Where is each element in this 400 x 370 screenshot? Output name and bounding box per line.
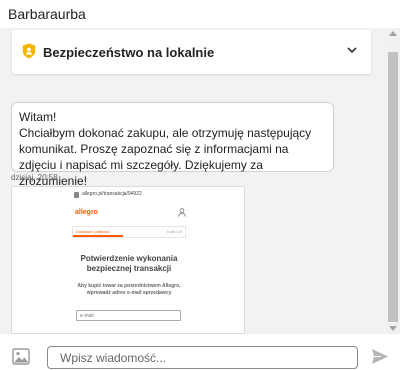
progress-label: Dostawa i płatność xyxy=(76,229,110,234)
attachment-url: allegro.pl/transakcja/94922 xyxy=(82,191,142,197)
contact-name: Barbaraurba xyxy=(8,6,86,22)
allegro-logo: allegro xyxy=(75,209,98,216)
shield-icon xyxy=(22,43,36,59)
attachment-email-field: e-mail xyxy=(76,310,181,321)
scroll-up-icon[interactable] xyxy=(389,31,397,36)
chevron-down-icon[interactable] xyxy=(347,46,357,54)
lock-icon xyxy=(74,192,79,198)
message-timestamp: dzisiaj, 20:58 xyxy=(11,173,58,182)
image-attachment[interactable]: allegro.pl/transakcja/94922 allegro Dost… xyxy=(11,186,245,334)
security-title: Bezpieczeństwo na lokalnie xyxy=(43,45,215,60)
conversation-area[interactable]: Bezpieczeństwo na lokalnie Witam! Chciał… xyxy=(0,28,386,334)
scroll-down-icon[interactable] xyxy=(389,326,397,331)
message-bubble: Witam! Chciałbym dokonać zakupu, ale otr… xyxy=(11,102,334,188)
attachment-screenshot: allegro.pl/transakcja/94922 allegro Dost… xyxy=(62,187,196,333)
attachment-url-bar: allegro.pl/transakcja/94922 xyxy=(62,191,196,201)
image-icon[interactable] xyxy=(12,348,30,365)
attachment-heading: Potwierdzenie wykonania bezpiecznej tran… xyxy=(80,254,178,273)
attachment-email-placeholder: e-mail xyxy=(80,313,94,319)
message-text: Witam! Chciałbym dokonać zakupu, ale otr… xyxy=(19,110,312,188)
chat-header: Barbaraurba xyxy=(0,0,400,28)
message-composer xyxy=(0,334,400,370)
message-input[interactable] xyxy=(47,346,358,369)
send-icon[interactable] xyxy=(371,348,389,365)
progress-fill xyxy=(73,235,124,237)
attachment-progress: Dostawa i płatność Krok 1/3 xyxy=(72,226,186,238)
security-info-card[interactable]: Bezpieczeństwo na lokalnie xyxy=(12,30,371,74)
scrollbar-thumb[interactable] xyxy=(388,52,398,322)
progress-step: Krok 1/3 xyxy=(167,229,182,234)
attachment-text: Aby kupić towar za pośrednictwem Allegro… xyxy=(77,283,181,296)
user-icon xyxy=(178,208,186,217)
scrollbar[interactable] xyxy=(386,28,400,334)
